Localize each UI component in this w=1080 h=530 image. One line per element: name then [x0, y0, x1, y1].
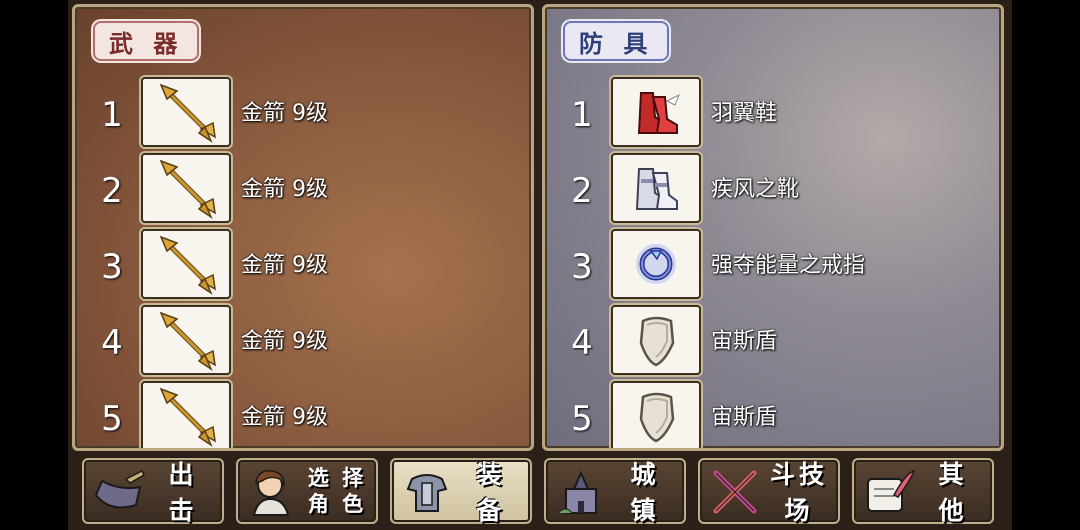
armor-panel: 防 具 1 羽翼鞋 2 疾风之靴 3 强夺能量之戒指 4 宙斯盾 5 宙斯盾: [542, 4, 1004, 451]
golden-arrow-icon: [141, 229, 231, 299]
other-label: 其 他: [938, 460, 968, 525]
armor-slot-2[interactable]: 2 疾风之靴: [545, 153, 1001, 229]
shield-icon: [611, 381, 701, 448]
slot-number: 3: [571, 247, 593, 287]
golden-arrow-icon: [141, 381, 231, 448]
select-character-label: 选 择 角 色: [307, 466, 367, 516]
armor-slot-5[interactable]: 5 宙斯盾: [545, 381, 1001, 448]
weapons-tab: 武 器: [93, 21, 200, 61]
ring-icon: [611, 229, 701, 299]
other-button[interactable]: 其 他: [852, 458, 994, 525]
slot-number: 4: [571, 323, 593, 363]
armor-name: 羽翼鞋: [711, 101, 778, 126]
golden-arrow-icon: [141, 305, 231, 375]
slot-number: 1: [571, 95, 593, 135]
sortie-label: 出 击: [168, 460, 198, 525]
silver-boots-icon: [611, 153, 701, 223]
weapon-slot-4[interactable]: 4 金箭 9级: [75, 305, 531, 381]
equip-label: 装 备: [476, 460, 506, 525]
weapon-name: 金箭 9级: [241, 177, 328, 202]
armor-name: 强夺能量之戒指: [711, 253, 866, 278]
sortie-button[interactable]: 出 击: [82, 458, 224, 525]
armor-tab: 防 具: [563, 21, 670, 61]
shield-icon: [611, 305, 701, 375]
armor-icon: [406, 474, 448, 512]
character-portrait-icon: [252, 470, 290, 516]
weapon-slot-3[interactable]: 3 金箭 9级: [75, 229, 531, 305]
weapon-name: 金箭 9级: [241, 405, 328, 430]
slot-number: 1: [101, 95, 123, 135]
arena-label: 斗技场: [769, 460, 828, 525]
slot-number: 3: [101, 247, 123, 287]
red-boots-icon: [611, 77, 701, 147]
armor-slot-1[interactable]: 1 羽翼鞋: [545, 77, 1001, 153]
golden-arrow-icon: [141, 153, 231, 223]
weapon-slot-1[interactable]: 1 金箭 9级: [75, 77, 531, 153]
weapon-name: 金箭 9级: [241, 329, 328, 354]
armor-slot-4[interactable]: 4 宙斯盾: [545, 305, 1001, 381]
weapon-name: 金箭 9级: [241, 253, 328, 278]
armor-slot-3[interactable]: 3 强夺能量之戒指: [545, 229, 1001, 305]
weapons-panel: 武 器 1 金箭 9级 2 金箭 9级 3 金箭 9级 4 金箭 9级 5 金箭…: [72, 4, 534, 451]
slot-number: 5: [101, 399, 123, 439]
slot-number: 5: [571, 399, 593, 439]
armor-name: 疾风之靴: [711, 177, 800, 202]
town-button[interactable]: 城 镇: [544, 458, 686, 525]
equip-button[interactable]: 装 备: [390, 458, 532, 525]
bottom-toolbar: 出 击 选 择 角 色 装 备 城 镇 斗技场 其 他: [68, 455, 1012, 530]
war-horn-icon: [94, 469, 145, 509]
armor-name: 宙斯盾: [711, 329, 778, 354]
weapon-name: 金箭 9级: [241, 101, 328, 126]
town-label: 城 镇: [630, 460, 660, 525]
weapon-slot-2[interactable]: 2 金箭 9级: [75, 153, 531, 229]
scroll-quill-icon: [867, 469, 916, 512]
golden-arrow-icon: [141, 77, 231, 147]
slot-number: 4: [101, 323, 123, 363]
castle-icon: [557, 470, 597, 514]
slot-number: 2: [571, 171, 593, 211]
crossed-swords-icon: [713, 470, 757, 514]
armor-name: 宙斯盾: [711, 405, 778, 430]
slot-number: 2: [101, 171, 123, 211]
arena-button[interactable]: 斗技场: [698, 458, 840, 525]
select-character-button[interactable]: 选 择 角 色: [236, 458, 378, 524]
weapon-slot-5[interactable]: 5 金箭 9级: [75, 381, 531, 448]
